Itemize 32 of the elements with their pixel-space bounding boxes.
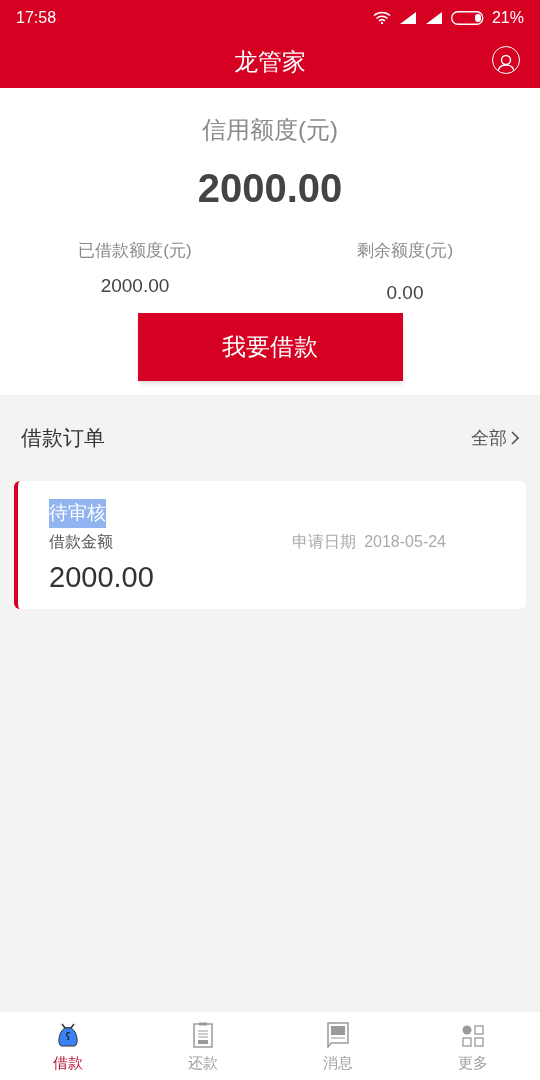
grid-icon: [460, 1023, 485, 1048]
signal-icon: [398, 11, 417, 24]
borrow-button[interactable]: 我要借款: [137, 313, 403, 381]
signal-icon: [424, 11, 443, 24]
wifi-icon: [372, 11, 391, 24]
order-date: 2018-05-24: [364, 531, 446, 552]
chevron-right-icon: [511, 431, 519, 445]
amount-label: 借款金额: [49, 531, 113, 552]
credit-amount: 2000.00: [197, 165, 343, 212]
status-time: 17:58: [16, 7, 57, 28]
user-icon: [497, 53, 515, 73]
tab-item[interactable]: 借款: [0, 1012, 135, 1080]
stat-value: 0.00: [386, 280, 424, 305]
money-bag-icon: [55, 1021, 80, 1048]
clipboard-icon: [192, 1021, 213, 1048]
battery-icon: [450, 10, 484, 25]
section-title: 借款订单: [21, 425, 105, 452]
order-card[interactable]: 待审核 借款金额 申请日期 2018-05-24 2000.00: [14, 481, 526, 609]
credit-label: 信用额度(元): [202, 115, 338, 145]
date-label: 申请日期: [292, 531, 357, 552]
view-all-link[interactable]: 全部: [471, 424, 519, 452]
order-status: 待审核: [49, 499, 106, 528]
tab-item[interactable]: 还款: [135, 1012, 270, 1080]
battery-level: 21%: [491, 7, 524, 28]
app-title: 龙管家: [234, 46, 306, 77]
stat-label: 已借款额度(元): [78, 240, 192, 262]
order-amount: 2000.00: [49, 559, 155, 595]
message-icon: [326, 1021, 349, 1048]
tab-item[interactable]: 更多: [405, 1012, 540, 1080]
stat-label: 剩余额度(元): [356, 240, 454, 262]
stat-value: 2000.00: [100, 273, 170, 298]
tab-item[interactable]: 消息: [270, 1012, 405, 1080]
